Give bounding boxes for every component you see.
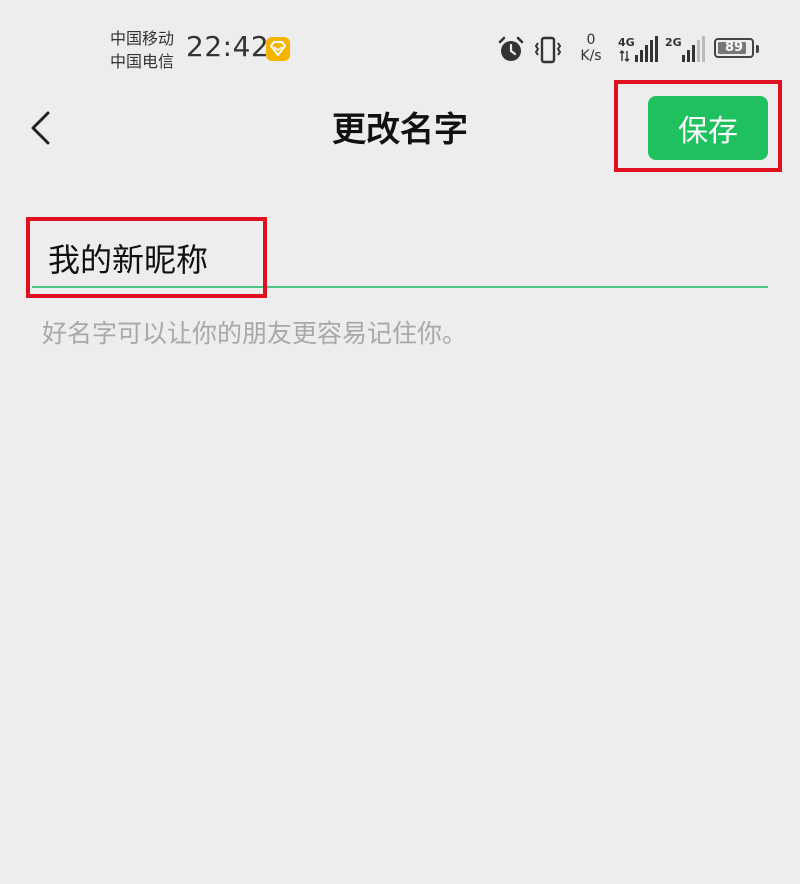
change-name-screen: 中国移动 中国电信 22:42 0 K/s 4G 2G 89 更改名字 保存 我… bbox=[0, 0, 800, 884]
signal-1-label: 4G bbox=[618, 36, 635, 49]
status-bar: 中国移动 中国电信 22:42 0 K/s 4G 2G 89 bbox=[0, 0, 800, 80]
battery-tip bbox=[756, 45, 759, 53]
net-speed: 0 K/s bbox=[576, 32, 606, 64]
vibrate-icon bbox=[533, 35, 563, 69]
save-button-highlight bbox=[614, 80, 782, 172]
status-right-group: 0 K/s 4G 2G 89 bbox=[0, 32, 800, 68]
signal-2-label: 2G bbox=[665, 36, 682, 49]
nickname-input-highlight bbox=[26, 217, 267, 298]
hint-text: 好名字可以让你的朋友更容易记住你。 bbox=[42, 319, 468, 348]
alarm-icon bbox=[497, 36, 525, 68]
battery-icon: 89 bbox=[714, 38, 754, 58]
net-speed-unit: K/s bbox=[580, 48, 602, 64]
battery-level: 89 bbox=[724, 40, 744, 55]
signal-icon: 2G bbox=[665, 35, 707, 67]
signal-icon: 4G bbox=[618, 35, 660, 67]
net-speed-value: 0 bbox=[586, 32, 596, 48]
